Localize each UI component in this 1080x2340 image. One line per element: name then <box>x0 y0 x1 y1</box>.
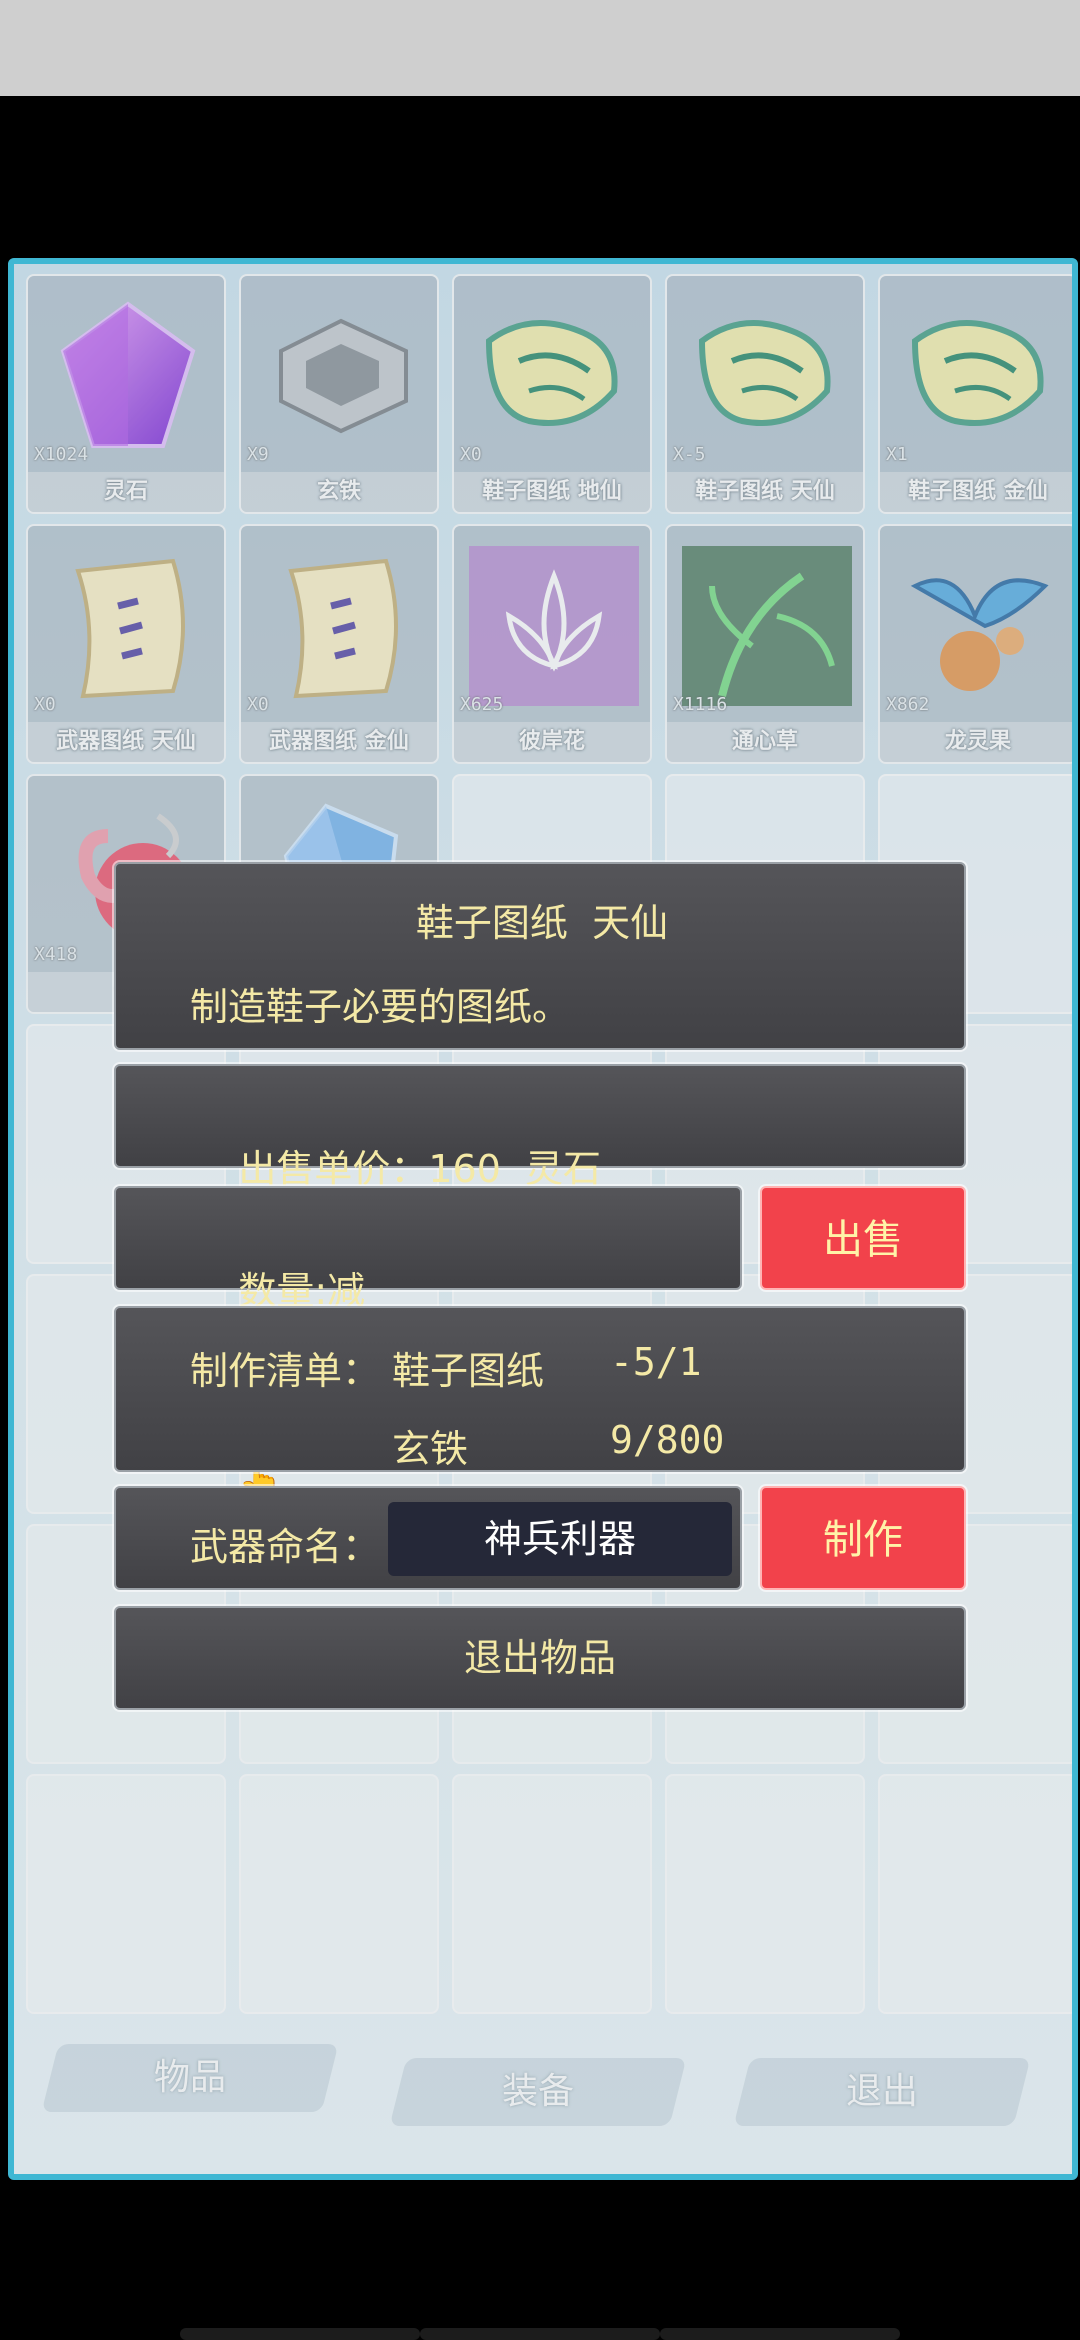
item-description: 制造鞋子必要的图纸。 <box>190 985 571 1029</box>
recipe-item-value: 9/800 <box>610 1418 725 1462</box>
recipe-box: 制作清单： 鞋子图纸 -5/1 玄铁 9/800 <box>114 1306 966 1472</box>
nav-handle <box>420 2328 660 2340</box>
recipe-item-value: -5/1 <box>610 1340 702 1384</box>
craft-button[interactable]: 制作 <box>760 1486 966 1590</box>
price-unit: 灵石 <box>525 1147 602 1191</box>
item-info-box: 鞋子图纸 天仙 制造鞋子必要的图纸。 <box>114 862 966 1050</box>
exit-item-button[interactable]: 退出物品 <box>114 1606 966 1710</box>
quantity-box: 数量:减 👇 -5 加 👆 <box>114 1186 742 1502</box>
item-title: 鞋子图纸 天仙 <box>415 901 669 945</box>
recipe-item-name: 玄铁 <box>392 1427 469 1471</box>
weapon-name-input[interactable]: 神兵利器 <box>388 1502 732 1576</box>
status-bar <box>0 0 1080 96</box>
nav-handle <box>660 2328 900 2340</box>
nav-handle <box>180 2328 420 2340</box>
price-value: 160 <box>428 1147 501 1191</box>
recipe-label: 制作清单： <box>190 1349 381 1393</box>
price-box: 出售单价：160 灵石 <box>114 1064 966 1191</box>
recipe-item-name: 鞋子图纸 <box>392 1349 545 1393</box>
price-label: 出售单价： <box>238 1147 429 1191</box>
weapon-name-label: 武器命名： <box>190 1525 381 1569</box>
navigation-bar <box>0 2182 1080 2340</box>
top-letterbox <box>0 96 1080 256</box>
weapon-name-box: 武器命名： 神兵利器 <box>114 1486 742 1590</box>
sell-button[interactable]: 出售 <box>760 1186 966 1290</box>
